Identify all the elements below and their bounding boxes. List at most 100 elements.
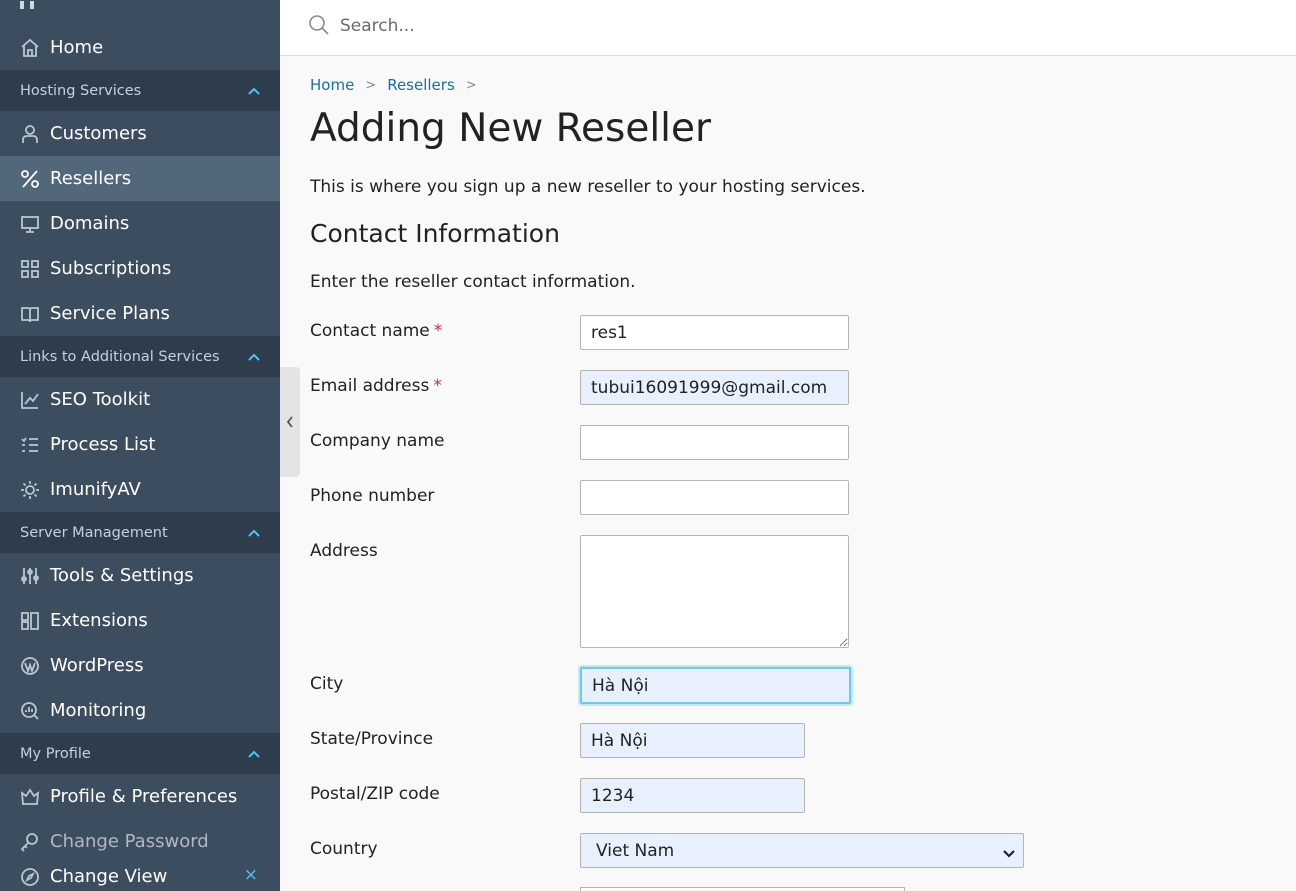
- chart-line-icon: [19, 389, 41, 411]
- city-label: City: [310, 674, 344, 694]
- sidebar-item-label: Change View: [50, 866, 168, 887]
- sidebar-item-label: Tools & Settings: [50, 565, 194, 586]
- chevron-up-icon: [248, 350, 260, 362]
- section-label: Hosting Services: [20, 82, 142, 99]
- search-input[interactable]: [340, 12, 940, 40]
- phone-number-label: Phone number: [310, 486, 435, 506]
- sidebar-item-label: Customers: [50, 123, 147, 144]
- sidebar-item-label: Resellers: [50, 168, 132, 189]
- home-icon: [19, 37, 41, 59]
- sidebar-item-label: Domains: [50, 213, 130, 234]
- section-label: My Profile: [20, 745, 91, 762]
- page-title: Adding New Reseller: [310, 106, 712, 151]
- state-province-label: State/Province: [310, 729, 434, 749]
- compass-icon: [19, 866, 41, 888]
- company-name-label: Company name: [310, 431, 445, 451]
- book-icon: [19, 303, 41, 325]
- key-icon: [19, 831, 41, 853]
- list-icon: [19, 434, 41, 456]
- email-field[interactable]: [580, 370, 849, 405]
- sidebar-item-customers[interactable]: Customers: [0, 111, 280, 156]
- required-asterisk: *: [433, 321, 443, 341]
- sidebar-item-home[interactable]: Home: [0, 25, 280, 70]
- sidebar-item-wordpress[interactable]: WordPress: [0, 643, 280, 688]
- chevron-down-icon: [1003, 844, 1017, 858]
- breadcrumb: Home > Resellers >: [310, 76, 488, 94]
- contact-section-description: Enter the reseller contact information.: [310, 272, 636, 292]
- sidebar-item-label: Process List: [50, 434, 156, 455]
- sidebar-item-label: Monitoring: [50, 700, 147, 721]
- chevron-up-icon: [248, 747, 260, 759]
- contact-section-title: Contact Information: [310, 219, 560, 248]
- section-links-additional[interactable]: Links to Additional Services: [0, 336, 280, 377]
- close-icon[interactable]: ×: [244, 865, 258, 885]
- contact-name-label: Contact name *: [310, 321, 442, 341]
- sidebar-collapse-button[interactable]: [280, 367, 300, 477]
- breadcrumb-home-link[interactable]: Home: [310, 76, 354, 94]
- top-bar: [280, 0, 1296, 56]
- sidebar-item-tools-settings[interactable]: Tools & Settings: [0, 553, 280, 598]
- sidebar-item-label: Change Password: [50, 831, 209, 852]
- page-intro: This is where you sign up a new reseller…: [310, 177, 866, 197]
- sidebar-item-label: Home: [50, 37, 104, 58]
- contact-name-label-text: Contact name: [310, 321, 430, 341]
- sidebar-item-label: Service Plans: [50, 303, 170, 324]
- city-field[interactable]: [580, 667, 851, 704]
- breadcrumb-resellers-link[interactable]: Resellers: [387, 76, 455, 94]
- sidebar-item-imunifyav[interactable]: ImunifyAV: [0, 467, 280, 512]
- user-icon: [19, 123, 41, 145]
- address-textarea[interactable]: [580, 535, 849, 648]
- address-label: Address: [310, 541, 378, 561]
- country-selected-value: Viet Nam: [596, 840, 675, 861]
- section-my-profile[interactable]: My Profile: [0, 733, 280, 774]
- extensions-icon: [19, 610, 41, 632]
- chevron-up-icon: [248, 84, 260, 96]
- sidebar-item-label: Subscriptions: [50, 258, 172, 279]
- sliders-icon: [19, 565, 41, 587]
- section-label: Links to Additional Services: [20, 348, 220, 365]
- sidebar-item-process-list[interactable]: Process List: [0, 422, 280, 467]
- sidebar-item-seo-toolkit[interactable]: SEO Toolkit: [0, 377, 280, 422]
- sidebar-item-monitoring[interactable]: Monitoring: [0, 688, 280, 733]
- percent-icon: [19, 168, 41, 190]
- search-icon: [308, 14, 332, 38]
- phone-number-field[interactable]: [580, 480, 849, 515]
- grid-icon: [19, 258, 41, 280]
- contact-name-field[interactable]: [580, 315, 849, 350]
- sidebar-item-label: SEO Toolkit: [50, 389, 151, 410]
- company-name-field[interactable]: [580, 425, 849, 460]
- email-label-text: Email address: [310, 376, 430, 396]
- sidebar-item-label: ImunifyAV: [50, 479, 141, 500]
- chevron-right-icon: >: [465, 77, 477, 93]
- monitoring-icon: [19, 700, 41, 722]
- sidebar-item-subscriptions[interactable]: Subscriptions: [0, 246, 280, 291]
- logo: [20, 0, 48, 9]
- sidebar-item-domains[interactable]: Domains: [0, 201, 280, 246]
- next-field-partial[interactable]: [580, 887, 905, 891]
- postal-code-field[interactable]: [580, 778, 805, 813]
- country-label: Country: [310, 839, 378, 859]
- crown-icon: [19, 786, 41, 808]
- wordpress-icon: [19, 655, 41, 677]
- sidebar-item-label: Profile & Preferences: [50, 786, 238, 807]
- country-select[interactable]: Viet Nam: [580, 833, 1024, 868]
- sidebar-item-profile-preferences[interactable]: Profile & Preferences: [0, 774, 280, 819]
- required-asterisk: *: [433, 376, 442, 396]
- sidebar-item-resellers[interactable]: Resellers: [0, 156, 280, 201]
- sidebar-item-label: Extensions: [50, 610, 148, 631]
- state-province-field[interactable]: [580, 723, 805, 758]
- sidebar-item-change-view[interactable]: Change View: [0, 854, 280, 891]
- sidebar-item-service-plans[interactable]: Service Plans: [0, 291, 280, 336]
- monitor-icon: [19, 213, 41, 235]
- sidebar-item-extensions[interactable]: Extensions: [0, 598, 280, 643]
- chevron-right-icon: >: [365, 77, 377, 93]
- chevron-left-icon: [286, 416, 293, 428]
- postal-code-label: Postal/ZIP code: [310, 784, 440, 804]
- chevron-up-icon: [248, 526, 260, 538]
- sidebar: Home Hosting Services Customers Reseller…: [0, 0, 280, 891]
- section-label: Server Management: [20, 524, 168, 541]
- section-server-management[interactable]: Server Management: [0, 512, 280, 553]
- sidebar-item-label: WordPress: [50, 655, 144, 676]
- section-hosting-services[interactable]: Hosting Services: [0, 70, 280, 111]
- email-label: Email address *: [310, 376, 442, 396]
